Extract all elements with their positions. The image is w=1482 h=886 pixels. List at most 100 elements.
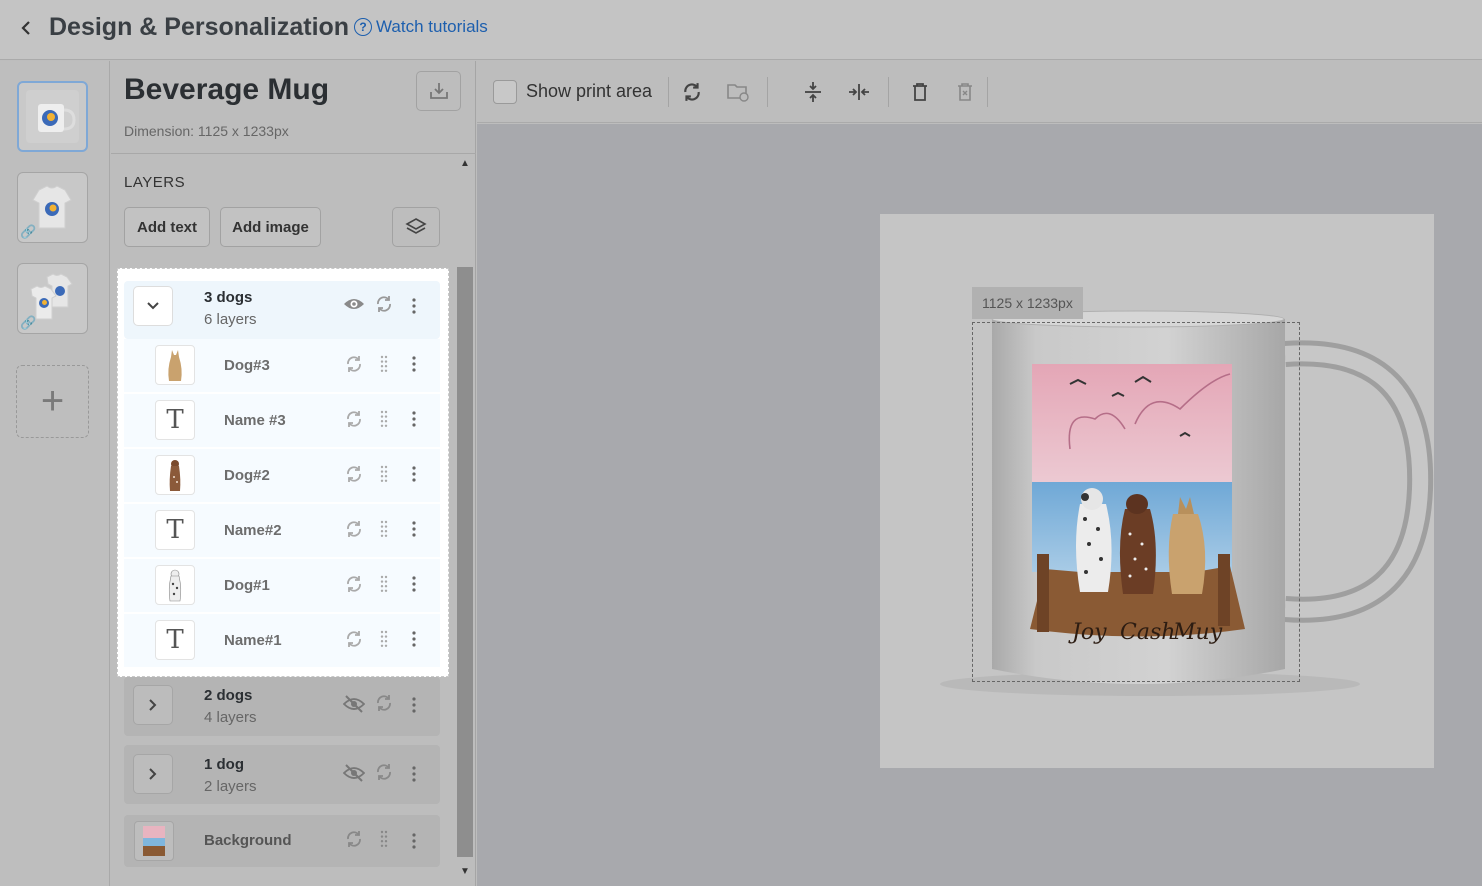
download-button[interactable] bbox=[416, 71, 461, 111]
layer-group-1-dog[interactable]: 1 dog 2 layers bbox=[124, 745, 440, 804]
sync-icon[interactable] bbox=[373, 761, 395, 783]
sync-icon[interactable] bbox=[343, 828, 365, 850]
drag-handle-icon[interactable] bbox=[373, 408, 395, 430]
more-options-icon[interactable] bbox=[403, 408, 425, 430]
design-canvas[interactable]: Joy Cash Muy 1125 x 1233px bbox=[477, 124, 1482, 886]
layer-row-dog-3[interactable]: Dog#3 bbox=[124, 339, 440, 392]
more-options-icon[interactable] bbox=[403, 463, 425, 485]
group-name: 2 dogs bbox=[204, 687, 253, 704]
expand-group-button[interactable] bbox=[133, 754, 173, 794]
layer-row-dog-1[interactable]: Dog#1 bbox=[124, 559, 440, 612]
scroll-down-arrow[interactable]: ▼ bbox=[455, 863, 475, 879]
more-options-icon[interactable] bbox=[403, 694, 425, 716]
product-thumb-tshirt[interactable]: 🔗 bbox=[17, 172, 88, 243]
show-print-area-checkbox[interactable] bbox=[493, 80, 517, 104]
plus-icon: + bbox=[40, 379, 65, 423]
background-thumbnail bbox=[134, 821, 174, 861]
sync-icon[interactable] bbox=[343, 573, 365, 595]
sync-icon[interactable] bbox=[343, 353, 365, 375]
layer-label: Dog#1 bbox=[224, 577, 270, 594]
chevron-right-icon bbox=[149, 768, 157, 780]
more-options-icon[interactable] bbox=[403, 295, 425, 317]
panel-divider bbox=[111, 153, 476, 154]
group-name: 3 dogs bbox=[204, 289, 253, 306]
drag-handle-icon[interactable] bbox=[373, 353, 395, 375]
collapse-group-button[interactable] bbox=[133, 286, 173, 326]
back-button[interactable] bbox=[14, 16, 38, 40]
layers-stack-icon bbox=[405, 218, 427, 234]
layer-label: Name#2 bbox=[224, 522, 282, 539]
drag-handle-icon[interactable] bbox=[373, 828, 395, 850]
layer-label: Dog#2 bbox=[224, 467, 270, 484]
print-area-outline[interactable] bbox=[972, 322, 1300, 682]
mug-thumbnail-image bbox=[26, 90, 79, 143]
delete-all-icon[interactable] bbox=[953, 80, 977, 104]
more-options-icon[interactable] bbox=[403, 518, 425, 540]
chevron-left-icon bbox=[21, 21, 30, 35]
chevron-down-icon bbox=[147, 302, 159, 310]
watch-tutorials-label: Watch tutorials bbox=[376, 17, 488, 36]
drag-handle-icon[interactable] bbox=[373, 573, 395, 595]
eye-off-icon[interactable] bbox=[343, 762, 365, 784]
link-icon: 🔗 bbox=[20, 224, 37, 239]
trash-icon[interactable] bbox=[908, 80, 932, 104]
sync-icon[interactable] bbox=[373, 293, 395, 315]
link-icon: 🔗 bbox=[20, 315, 37, 330]
scrollbar-thumb[interactable] bbox=[457, 267, 473, 857]
group-layer-count: 2 layers bbox=[204, 778, 257, 795]
eye-icon[interactable] bbox=[343, 293, 365, 315]
show-print-area-label[interactable]: Show print area bbox=[526, 81, 652, 102]
sync-icon[interactable] bbox=[373, 692, 395, 714]
more-options-icon[interactable] bbox=[403, 763, 425, 785]
text-t-icon: T bbox=[155, 400, 195, 440]
layer-group-3-dogs[interactable]: 3 dogs 6 layers bbox=[124, 281, 440, 339]
product-thumb-tshirt-pair[interactable]: 🔗 bbox=[17, 263, 88, 334]
layer-row-name-2[interactable]: T Name#2 bbox=[124, 504, 440, 557]
align-vertical-center-icon[interactable] bbox=[801, 80, 825, 104]
add-text-button[interactable]: Add text bbox=[124, 207, 210, 247]
more-options-icon[interactable] bbox=[403, 830, 425, 852]
add-image-button[interactable]: Add image bbox=[220, 207, 321, 247]
layer-label: Name#1 bbox=[224, 632, 282, 649]
dog-thumbnail bbox=[155, 345, 195, 385]
sync-icon[interactable] bbox=[680, 80, 704, 104]
more-options-icon[interactable] bbox=[403, 628, 425, 650]
canvas-toolbar: Show print area bbox=[477, 61, 1482, 123]
layer-group-2-dogs[interactable]: 2 dogs 4 layers bbox=[124, 677, 440, 736]
more-options-icon[interactable] bbox=[403, 353, 425, 375]
product-thumbnail-rail: 🔗 🔗 + bbox=[0, 61, 110, 886]
eye-off-icon[interactable] bbox=[343, 693, 365, 715]
toolbar-divider bbox=[888, 77, 889, 107]
toolbar-divider bbox=[767, 77, 768, 107]
product-title: Beverage Mug bbox=[124, 73, 330, 106]
layers-section-title: LAYERS bbox=[124, 174, 186, 191]
expand-group-button[interactable] bbox=[133, 685, 173, 725]
product-thumb-mug[interactable] bbox=[17, 81, 88, 152]
layers-stack-button[interactable] bbox=[392, 207, 440, 247]
align-horizontal-center-icon[interactable] bbox=[847, 80, 871, 104]
layer-row-background[interactable]: Background bbox=[124, 815, 440, 867]
folder-sync-icon[interactable] bbox=[726, 80, 750, 104]
layers-panel: Beverage Mug Dimension: 1125 x 1233px LA… bbox=[111, 61, 476, 886]
group-layer-count: 6 layers bbox=[204, 311, 257, 328]
watch-tutorials-link[interactable]: ? Watch tutorials bbox=[354, 17, 488, 37]
drag-handle-icon[interactable] bbox=[373, 518, 395, 540]
more-options-icon[interactable] bbox=[403, 573, 425, 595]
dog-thumbnail bbox=[155, 455, 195, 495]
group-name: 1 dog bbox=[204, 756, 244, 773]
add-product-button[interactable]: + bbox=[16, 365, 89, 438]
page-title: Design & Personalization bbox=[49, 13, 350, 41]
drag-handle-icon[interactable] bbox=[373, 628, 395, 650]
dimension-tag: 1125 x 1233px bbox=[972, 287, 1083, 319]
layer-row-name-1[interactable]: T Name#1 bbox=[124, 614, 440, 667]
sync-icon[interactable] bbox=[343, 628, 365, 650]
sync-icon[interactable] bbox=[343, 463, 365, 485]
scroll-up-arrow[interactable]: ▲ bbox=[455, 155, 475, 171]
toolbar-divider bbox=[987, 77, 988, 107]
chevron-right-icon bbox=[149, 699, 157, 711]
sync-icon[interactable] bbox=[343, 518, 365, 540]
layer-row-dog-2[interactable]: Dog#2 bbox=[124, 449, 440, 502]
drag-handle-icon[interactable] bbox=[373, 463, 395, 485]
layer-row-name-3[interactable]: T Name #3 bbox=[124, 394, 440, 447]
sync-icon[interactable] bbox=[343, 408, 365, 430]
